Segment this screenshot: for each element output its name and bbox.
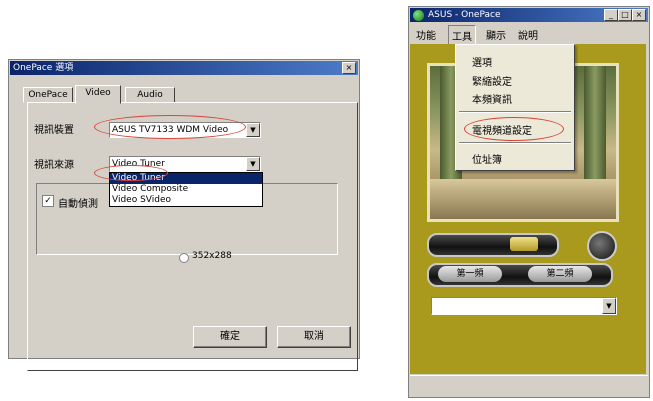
preview-floor: [430, 179, 616, 219]
maximize-button[interactable]: □: [618, 9, 632, 21]
menu-item-address-book[interactable]: 位址簿: [472, 151, 502, 166]
onepace-window: ASUS - OnePace _ □ × 功能 工具 顯示 說明 第一頻 第二頻: [408, 6, 650, 398]
close-button[interactable]: ×: [632, 9, 646, 21]
list-item[interactable]: Video Composite: [110, 184, 262, 195]
menu-function[interactable]: 功能: [416, 27, 436, 42]
ok-button[interactable]: 確定: [193, 326, 267, 348]
menu-item-channel-info[interactable]: 本頻資訊: [472, 91, 512, 106]
channel-prev-label: 第一頻: [456, 269, 484, 279]
dialog-titlebar: OnePace 選項: [10, 61, 358, 75]
menu-tools[interactable]: 工具: [448, 25, 476, 46]
dialog-close-button[interactable]: ×: [342, 62, 356, 74]
minimize-button[interactable]: _: [604, 9, 618, 21]
auto-detect-label: 自動偵測: [58, 199, 98, 210]
menu-item-options[interactable]: 選項: [472, 54, 492, 69]
app-title: ASUS - OnePace: [428, 10, 501, 20]
menu-item-compression-settings[interactable]: 緊縮設定: [472, 73, 512, 88]
volume-slider[interactable]: [427, 233, 559, 257]
app-logo-icon: [413, 10, 424, 21]
channel-next-button[interactable]: 第二頻: [528, 266, 592, 282]
video-device-label: 視訊裝置: [34, 125, 74, 136]
channel-select[interactable]: ▼: [431, 297, 617, 315]
chevron-down-icon[interactable]: ▼: [246, 157, 260, 171]
auto-detect-checkbox[interactable]: ✓: [42, 195, 54, 207]
menu-bar: 功能 工具 顯示 說明: [410, 24, 648, 46]
channel-next-label: 第二頻: [546, 269, 574, 279]
power-button[interactable]: [587, 231, 617, 261]
chevron-down-icon[interactable]: ▼: [602, 298, 616, 314]
menu-separator: [459, 142, 571, 144]
video-device-select[interactable]: ASUS TV7133 WDM Video ▼: [109, 122, 261, 138]
tab-audio[interactable]: Audio: [125, 87, 175, 103]
video-source-label: 視訊來源: [34, 160, 74, 171]
resolution-radio[interactable]: [179, 253, 189, 263]
chevron-down-icon[interactable]: ▼: [246, 123, 260, 137]
options-dialog: OnePace 選項 × OnePace Video Audio 視訊裝置 AS…: [8, 59, 360, 371]
cancel-button[interactable]: 取消: [277, 326, 351, 348]
dialog-title: OnePace 選項: [13, 63, 74, 73]
menu-separator: [459, 111, 571, 113]
video-source-dropdown-list[interactable]: Video Tuner Video Composite Video SVideo: [109, 172, 263, 207]
tab-onepace[interactable]: OnePace: [23, 87, 73, 103]
menu-item-tv-channel-settings[interactable]: 電視頻道設定: [472, 122, 532, 137]
video-source-select[interactable]: Video Tuner ▼: [109, 156, 261, 172]
video-device-value: ASUS TV7133 WDM Video: [112, 125, 229, 135]
menu-view[interactable]: 顯示: [486, 27, 506, 42]
channel-prev-button[interactable]: 第一頻: [438, 266, 502, 282]
volume-slider-thumb[interactable]: [510, 237, 538, 251]
menu-help[interactable]: 說明: [518, 27, 538, 42]
resolution-label: 352x288: [192, 251, 232, 261]
list-item[interactable]: Video SVideo: [110, 195, 262, 206]
video-source-value: Video Tuner: [112, 159, 165, 169]
status-bar: [410, 375, 648, 396]
tools-dropdown-menu: 選項 緊縮設定 本頻資訊 電視頻道設定 位址簿: [455, 44, 575, 171]
tab-video[interactable]: Video: [75, 85, 121, 104]
list-item[interactable]: Video Tuner: [110, 173, 262, 184]
